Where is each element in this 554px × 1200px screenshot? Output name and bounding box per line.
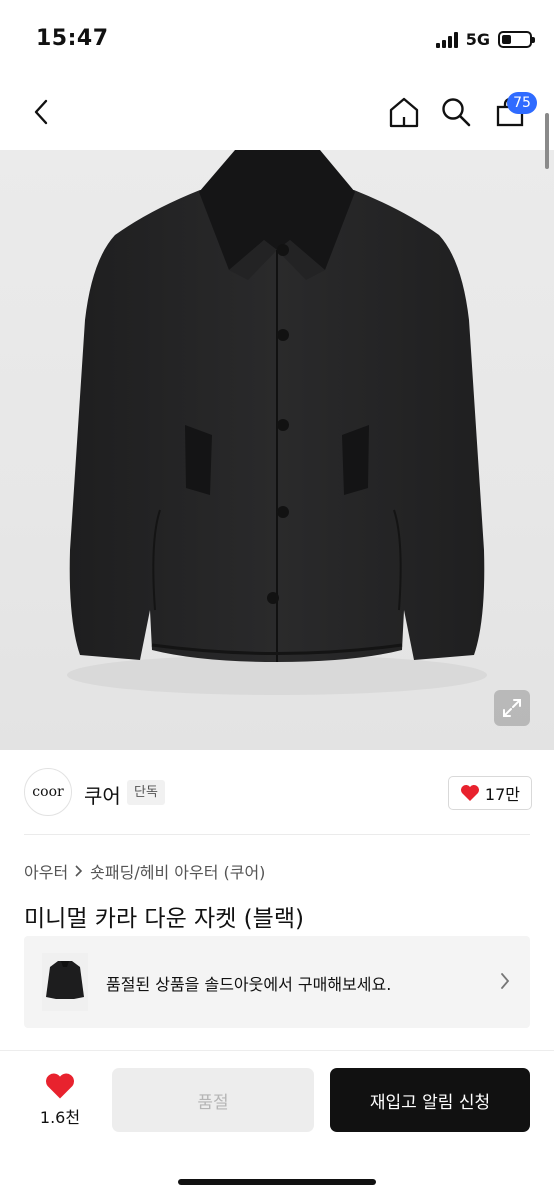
status-bar: 15:47 5G	[0, 0, 554, 80]
wishlist-count: 1.6천	[39, 1108, 81, 1127]
cart-count-badge: 75	[507, 92, 537, 114]
expand-image-button[interactable]	[494, 690, 530, 726]
home-icon	[389, 97, 419, 128]
product-title: 미니멀 카라 다운 자켓 (블랙)	[24, 906, 304, 932]
brand-row: coor 쿠어 단독 17만	[24, 768, 532, 818]
battery-icon	[498, 31, 535, 48]
status-time: 15:47	[36, 26, 109, 51]
banner-thumbnail	[42, 953, 88, 1011]
brand-logo[interactable]: coor	[24, 768, 72, 816]
brand-name[interactable]: 쿠어	[84, 780, 121, 809]
wishlist-button[interactable]: 1.6천	[22, 1065, 98, 1135]
top-nav-bar	[0, 80, 554, 150]
heart-icon	[46, 1073, 74, 1099]
divider	[24, 834, 530, 835]
breadcrumb-subcategory[interactable]: 숏패딩/헤비 아우터 (쿠어)	[90, 859, 265, 883]
brand-like-count: 17만	[484, 785, 520, 804]
home-indicator	[178, 1179, 376, 1185]
brand-like-button[interactable]: 17만	[447, 776, 532, 810]
network-label: 5G	[465, 30, 490, 49]
chevron-left-icon	[34, 99, 48, 125]
exclusive-badge: 단독	[127, 780, 165, 805]
product-image[interactable]	[0, 150, 554, 750]
breadcrumb-category[interactable]: 아우터	[24, 859, 68, 883]
battery-level	[502, 35, 512, 44]
chevron-right-icon	[75, 865, 83, 877]
status-indicators: 5G	[435, 30, 535, 49]
expand-icon	[503, 699, 521, 717]
search-button[interactable]	[436, 92, 476, 132]
search-icon	[442, 98, 471, 127]
page-scrollbar[interactable]	[545, 113, 549, 169]
soldout-marketplace-banner[interactable]: 품절된 상품을 솔드아웃에서 구매해보세요.	[24, 936, 530, 1028]
home-button[interactable]	[384, 92, 424, 132]
signal-icon	[435, 31, 458, 48]
restock-alert-button[interactable]: 재입고 알림 신청	[330, 1068, 530, 1132]
soldout-button: 품절	[112, 1068, 314, 1132]
product-detail-page: 15:47 5G 75 coor 쿠어 단독 17만 아우터 숏패딩/헤비 아우…	[0, 0, 554, 1200]
breadcrumb: 아우터 숏패딩/헤비 아우터 (쿠어)	[24, 859, 265, 883]
bottom-action-bar: 1.6천 품절 재입고 알림 신청	[0, 1050, 554, 1200]
chevron-right-icon	[501, 973, 510, 989]
back-button[interactable]	[22, 92, 62, 132]
banner-text: 품절된 상품을 솔드아웃에서 구매해보세요.	[106, 975, 392, 994]
heart-icon	[460, 785, 479, 801]
jacket-image	[67, 150, 487, 695]
